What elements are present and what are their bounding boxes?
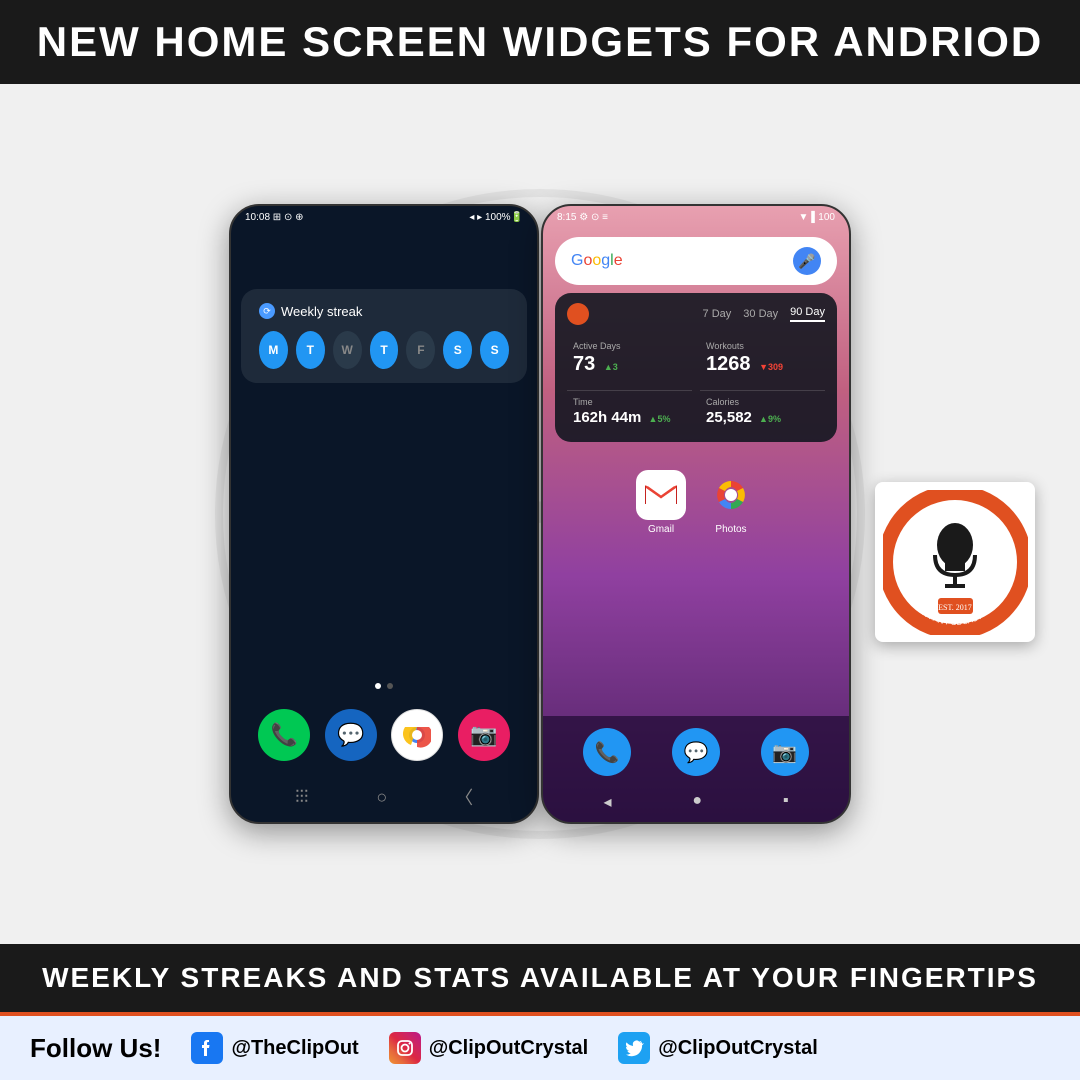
- streak-icon: ⟳: [259, 303, 275, 319]
- stat-active-days: Active Days 73 ▲3: [567, 335, 692, 382]
- photos-icon: [706, 470, 756, 520]
- stat-label-time: Time: [573, 397, 686, 407]
- status-bar-right: 8:15 ⚙ ⊙ ≡ ▼ ▌100: [543, 206, 849, 229]
- stat-calories: Calories 25,582 ▲9%: [700, 390, 825, 432]
- stat-val-workouts: 1268 ▼309: [706, 353, 819, 376]
- peloton-logo: [567, 303, 589, 325]
- rdock-camera[interactable]: 📷: [761, 728, 809, 776]
- stat-change-time: ▲5%: [649, 414, 671, 424]
- gmail-label: Gmail: [648, 524, 674, 535]
- main-content: HI PELOTON FAN PODCAST 10:08 ⊞ ⊙ ⊕ ◂ ▸ 1…: [0, 84, 1080, 944]
- right-nav-square[interactable]: ▪: [783, 792, 789, 812]
- gmail-icon: [636, 470, 686, 520]
- streak-title: ⟳ Weekly streak: [259, 303, 509, 319]
- widget-tabs: 7 Day 30 Day 90 Day: [567, 303, 825, 325]
- stat-val-time: 162h 44m ▲5%: [573, 409, 686, 426]
- stat-change-active: ▲3: [604, 362, 618, 372]
- instagram-handle: @ClipOutCrystal: [429, 1037, 589, 1060]
- rdock-phone[interactable]: 📞: [583, 728, 631, 776]
- logo-badge: THE CLIP OUT A PELOTON FAN PODCAST EST. …: [875, 482, 1035, 642]
- phone-left-bottom: 📞 💬 📷: [231, 673, 537, 822]
- top-banner-text: NEW HOME SCREEN WIDGETS FOR ANDRIOD: [37, 18, 1043, 65]
- page-dots: [231, 673, 537, 699]
- stat-change-calories: ▲9%: [759, 414, 781, 424]
- time-right: 8:15 ⚙ ⊙ ≡: [557, 212, 608, 223]
- battery-left: ◂ ▸ 100%🔋: [469, 212, 523, 223]
- svg-text:EST. 2017: EST. 2017: [938, 603, 972, 612]
- phones-container: 10:08 ⊞ ⊙ ⊕ ◂ ▸ 100%🔋 ⟳ Weekly streak M …: [229, 204, 851, 824]
- app-messages[interactable]: 💬: [325, 709, 377, 761]
- status-bar-left: 10:08 ⊞ ⊙ ⊕ ◂ ▸ 100%🔋: [231, 206, 537, 229]
- google-mic-icon[interactable]: 🎤: [793, 247, 821, 275]
- nav-home[interactable]: ○: [376, 787, 387, 808]
- nav-back[interactable]: 〈: [455, 784, 473, 810]
- streak-widget: ⟳ Weekly streak M T W T F S S: [241, 289, 527, 383]
- app-chrome[interactable]: [391, 709, 443, 761]
- peloton-widget: 7 Day 30 Day 90 Day Active Days 73 ▲3 Wo…: [555, 293, 837, 442]
- stat-val-calories: 25,582 ▲9%: [706, 409, 819, 426]
- streak-title-text: Weekly streak: [281, 304, 362, 319]
- stat-time: Time 162h 44m ▲5%: [567, 390, 692, 432]
- phone-left: 10:08 ⊞ ⊙ ⊕ ◂ ▸ 100%🔋 ⟳ Weekly streak M …: [229, 204, 539, 824]
- battery-right: ▼ ▌100: [799, 212, 835, 223]
- app-photos[interactable]: Photos: [706, 470, 756, 535]
- top-banner: NEW HOME SCREEN WIDGETS FOR ANDRIOD: [0, 0, 1080, 84]
- right-bottom-dock: 📞 💬 📷 ◂ ● ▪: [543, 716, 849, 822]
- dot-inactive: [387, 683, 393, 689]
- stat-workouts: Workouts 1268 ▼309: [700, 335, 825, 382]
- tab-30day[interactable]: 30 Day: [743, 308, 778, 320]
- google-search-bar[interactable]: Google 🎤: [555, 237, 837, 285]
- day-F: F: [406, 331, 435, 369]
- clip-out-logo: THE CLIP OUT A PELOTON FAN PODCAST EST. …: [883, 490, 1028, 635]
- app-camera[interactable]: 📷: [458, 709, 510, 761]
- day-T2: T: [370, 331, 399, 369]
- google-logo: Google: [571, 252, 623, 270]
- stat-label-calories: Calories: [706, 397, 819, 407]
- subtitle-text: WEEKLY STREAKS AND STATS AVAILABLE AT YO…: [42, 962, 1038, 993]
- right-nav: ◂ ● ▪: [543, 786, 849, 822]
- rdock-messages[interactable]: 💬: [672, 728, 720, 776]
- right-apps-row: Gmail: [543, 450, 849, 545]
- footer: Follow Us! @TheClipOut @ClipOutCrystal: [0, 1012, 1080, 1080]
- tab-7day[interactable]: 7 Day: [703, 308, 732, 320]
- social-facebook: @TheClipOut: [191, 1032, 358, 1064]
- phone-right: 8:15 ⚙ ⊙ ≡ ▼ ▌100 Google 🎤 7 Day 30 Day: [541, 204, 851, 824]
- stat-val-active: 73 ▲3: [573, 353, 686, 376]
- app-gmail[interactable]: Gmail: [636, 470, 686, 535]
- day-S2: S: [480, 331, 509, 369]
- stat-change-workouts: ▼309: [759, 362, 783, 372]
- instagram-icon: [389, 1032, 421, 1064]
- stat-label-active: Active Days: [573, 341, 686, 351]
- facebook-handle: @TheClipOut: [231, 1037, 358, 1060]
- right-nav-home[interactable]: ●: [692, 792, 702, 812]
- right-dock-icons: 📞 💬 📷: [543, 716, 849, 786]
- follow-us-label: Follow Us!: [30, 1033, 161, 1064]
- facebook-icon: [191, 1032, 223, 1064]
- day-T1: T: [296, 331, 325, 369]
- social-instagram: @ClipOutCrystal: [389, 1032, 589, 1064]
- nav-bar-left: ⫶⫶⫶ ○ 〈: [231, 776, 537, 822]
- page-container: NEW HOME SCREEN WIDGETS FOR ANDRIOD HI P…: [0, 0, 1080, 1080]
- time-left: 10:08 ⊞ ⊙ ⊕: [245, 212, 304, 223]
- day-S1: S: [443, 331, 472, 369]
- nav-menu[interactable]: ⫶⫶⫶: [295, 787, 309, 808]
- streak-days: M T W T F S S: [259, 331, 509, 369]
- day-W: W: [333, 331, 362, 369]
- dock-apps: 📞 💬 📷: [231, 699, 537, 776]
- stats-grid: Active Days 73 ▲3 Workouts 1268 ▼309 Tim…: [567, 335, 825, 432]
- photos-label: Photos: [715, 524, 746, 535]
- app-phone[interactable]: 📞: [258, 709, 310, 761]
- right-nav-back[interactable]: ◂: [603, 792, 611, 812]
- stat-label-workouts: Workouts: [706, 341, 819, 351]
- day-M: M: [259, 331, 288, 369]
- twitter-handle: @ClipOutCrystal: [658, 1037, 818, 1060]
- twitter-icon: [618, 1032, 650, 1064]
- subtitle-banner: WEEKLY STREAKS AND STATS AVAILABLE AT YO…: [0, 944, 1080, 1012]
- tab-90day[interactable]: 90 Day: [790, 306, 825, 322]
- social-twitter: @ClipOutCrystal: [618, 1032, 818, 1064]
- dot-active: [375, 683, 381, 689]
